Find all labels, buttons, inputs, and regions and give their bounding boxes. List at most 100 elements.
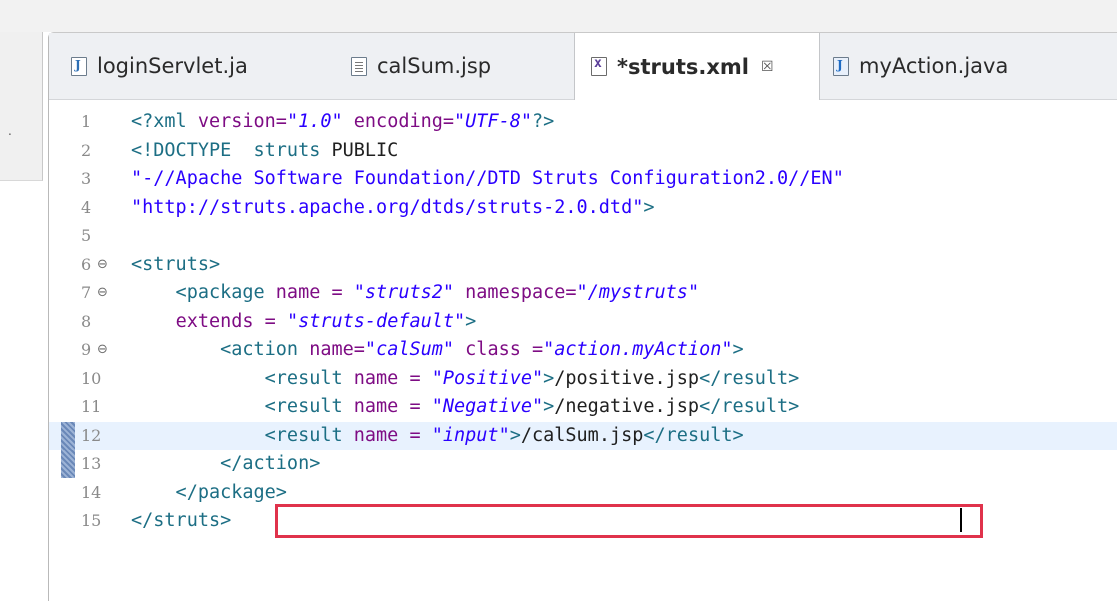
window-top-strip xyxy=(0,0,1117,32)
code-line[interactable]: 12 <result name = "input">/calSum.jsp</r… xyxy=(49,421,1117,450)
code-token: </struts> xyxy=(131,510,232,531)
code-token: Positive xyxy=(442,367,532,389)
code-token: </package> xyxy=(131,481,287,503)
tab-calsum-jsp[interactable]: calSum.jsp xyxy=(351,33,491,99)
code-token: > xyxy=(732,339,744,360)
code-token: " xyxy=(520,111,533,132)
code-token: " xyxy=(721,339,733,360)
fold-toggle-icon[interactable]: ⊖ xyxy=(97,279,108,307)
tab-label: *struts.xml xyxy=(617,54,749,79)
tab-label: loginServlet.ja xyxy=(97,54,248,78)
code-token: version= xyxy=(197,111,287,132)
code-token: <result xyxy=(131,396,354,417)
code-token: <action xyxy=(131,339,310,360)
code-token: > xyxy=(509,424,521,446)
code-token: namespace= xyxy=(465,282,577,303)
code-token: input xyxy=(442,424,499,446)
code-token: " xyxy=(543,339,555,360)
code-token: " xyxy=(331,111,354,132)
line-number: 1 xyxy=(81,112,92,131)
code-token: struts-default xyxy=(298,310,455,332)
code-token: " xyxy=(431,424,443,446)
line-number: 15 xyxy=(81,511,102,530)
code-line[interactable]: 3 "-//Apache Software Foundation//DTD Str… xyxy=(49,165,1117,193)
code-token: calSum xyxy=(376,339,443,360)
code-text: <struts> xyxy=(131,251,220,279)
highlight-box xyxy=(275,504,983,538)
code-token: " xyxy=(576,282,588,303)
change-marker xyxy=(61,450,75,478)
code-token: <?xml xyxy=(131,111,198,132)
code-token: > xyxy=(543,367,555,389)
code-token: PUBLIC xyxy=(331,139,399,161)
code-line[interactable]: 1 <?xml version="1.0" encoding="UTF-8"?> xyxy=(49,108,1117,136)
close-tab-icon[interactable]: ☒ xyxy=(761,59,774,75)
code-token: " xyxy=(431,367,443,389)
fold-toggle-icon[interactable]: ⊖ xyxy=(97,336,108,364)
code-token: name = xyxy=(353,424,432,446)
code-token: /calSum.jsp xyxy=(520,424,644,446)
line-number: 11 xyxy=(81,397,102,416)
code-token: " xyxy=(687,282,700,303)
code-line[interactable]: 9 ⊖ <action name="calSum" class ="action.… xyxy=(49,336,1117,364)
code-token: " xyxy=(531,396,544,417)
tab-myaction-java[interactable]: myAction.java xyxy=(833,33,1008,99)
code-line[interactable]: 13 </action> xyxy=(49,450,1117,478)
code-token: " xyxy=(454,111,466,132)
change-marker xyxy=(61,421,75,450)
line-number: 12 xyxy=(81,425,102,445)
editor-tab-bar: loginServlet.ja calSum.jsp *struts.xml ☒… xyxy=(49,33,1117,100)
code-token: <struts> xyxy=(131,253,221,275)
code-line[interactable]: 5 xyxy=(49,222,1117,250)
code-token: <!DOCTYPE struts xyxy=(131,139,332,161)
code-line[interactable]: 10 <result name = "Positive">/positive.j… xyxy=(49,365,1117,393)
code-text: </struts> xyxy=(131,507,231,535)
code-text: <?xml version="1.0" encoding="UTF-8"?> xyxy=(131,108,554,136)
line-number: 10 xyxy=(81,368,102,388)
code-line[interactable]: 2 <!DOCTYPE struts PUBLIC xyxy=(49,137,1117,165)
code-token: /negative.jsp xyxy=(554,396,700,417)
tab-label: myAction.java xyxy=(859,54,1009,78)
code-text: extends = "struts-default"> xyxy=(131,308,477,336)
side-panel: . xyxy=(0,32,43,181)
xml-file-icon xyxy=(591,56,607,76)
code-token: " xyxy=(454,310,466,332)
code-line[interactable]: 4 "http://struts.apache.org/dtds/struts-2… xyxy=(49,194,1117,222)
java-file-icon xyxy=(71,56,87,76)
side-panel-body xyxy=(0,181,42,600)
code-token: name= xyxy=(309,339,365,360)
fold-toggle-icon[interactable]: ⊖ xyxy=(97,251,108,279)
code-text: <result name = "input">/calSum.jsp</resu… xyxy=(131,422,744,450)
code-token: action.myAction xyxy=(554,339,722,360)
line-number: 5 xyxy=(81,226,92,245)
code-token: /mystruts xyxy=(587,282,688,303)
code-line[interactable]: 7 ⊖ <package name = "struts2" namespace="… xyxy=(49,279,1117,307)
code-token: extends = xyxy=(175,310,287,332)
code-token: " xyxy=(531,367,544,389)
editor-frame: loginServlet.ja calSum.jsp *struts.xml ☒… xyxy=(48,32,1117,601)
tab-struts-xml[interactable]: *struts.xml ☒ xyxy=(574,33,820,100)
code-line[interactable]: 8 extends = "struts-default"> xyxy=(49,308,1117,336)
code-token: name = xyxy=(353,396,432,417)
code-token: ?> xyxy=(532,111,555,132)
code-token: /positive.jsp xyxy=(554,367,700,389)
code-token: 1.0 xyxy=(298,111,332,132)
code-line[interactable]: 11 <result name = "Negative">/negative.j… xyxy=(49,393,1117,421)
code-token: <result xyxy=(131,424,354,446)
code-line[interactable]: 6 ⊖ <struts> xyxy=(49,251,1117,279)
code-text: </package> xyxy=(131,479,287,507)
panel-dot: . xyxy=(8,124,12,138)
code-token: "-//Apache Software Foundation//DTD Stru… xyxy=(131,168,844,189)
code-token: <package xyxy=(131,282,276,303)
code-token: </action> xyxy=(131,453,321,474)
code-token: </result> xyxy=(699,396,800,417)
code-token: struts2 xyxy=(364,282,443,303)
code-token: " xyxy=(442,282,466,303)
code-token: " xyxy=(364,339,377,360)
line-number: 2 xyxy=(81,140,92,160)
code-token: <result xyxy=(131,367,354,389)
code-text: <result name = "Negative">/negative.jsp<… xyxy=(131,393,800,421)
code-line[interactable]: 14 </package> xyxy=(49,479,1117,507)
tab-loginservlet[interactable]: loginServlet.ja xyxy=(71,33,248,99)
